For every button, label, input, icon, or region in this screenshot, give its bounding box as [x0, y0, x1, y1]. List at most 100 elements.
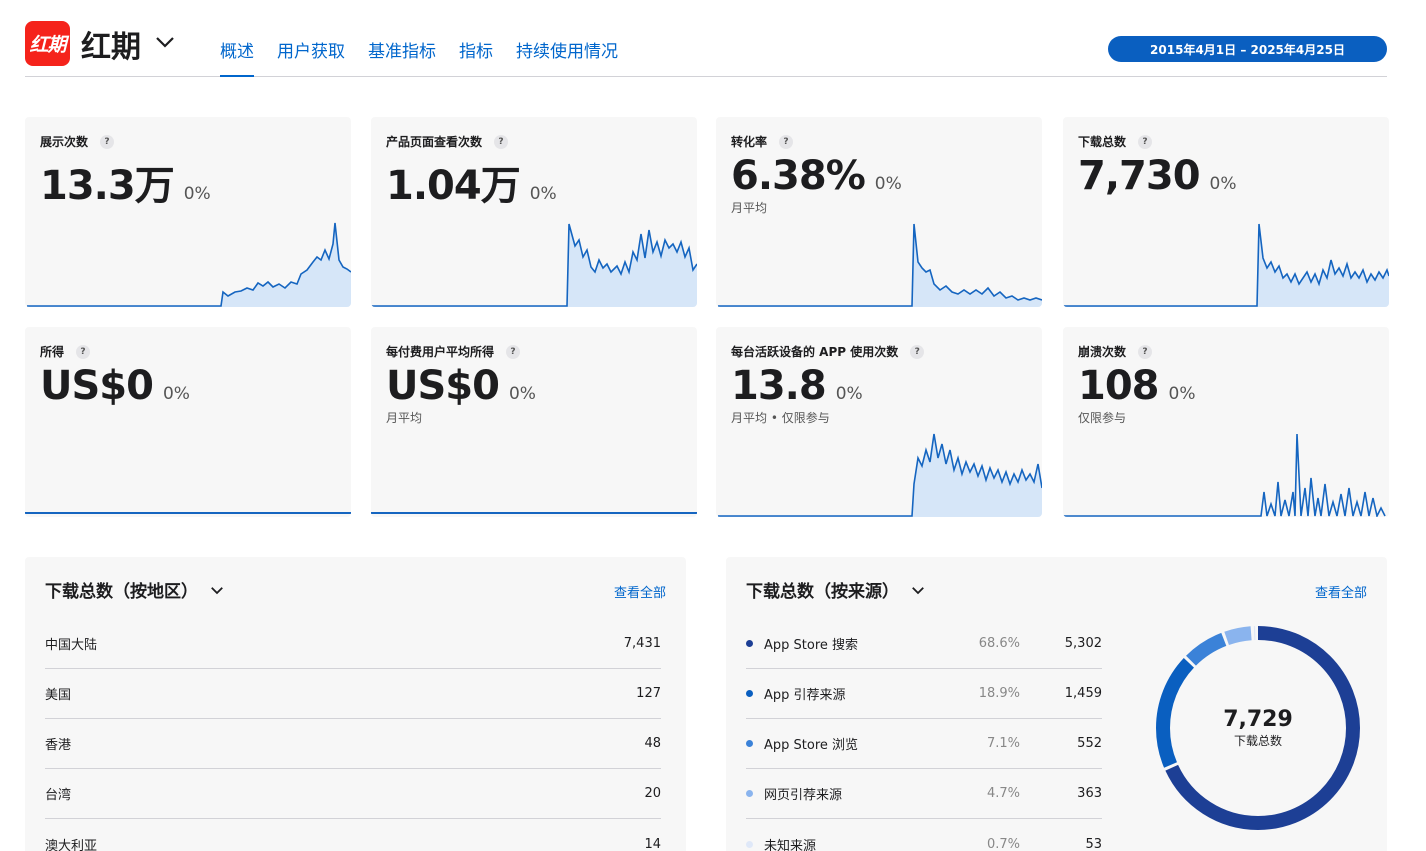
metric-change: 0%: [874, 174, 902, 194]
panel-title[interactable]: 下载总数（按地区）: [45, 577, 226, 602]
metric-label: 转化率?: [731, 133, 794, 150]
legend-dot: [746, 740, 753, 747]
tab-acquisition[interactable]: 用户获取: [277, 37, 345, 77]
source-name: App Store 浏览: [764, 738, 859, 753]
app-icon: 红期: [25, 21, 70, 66]
help-icon[interactable]: ?: [76, 344, 91, 359]
region-name: 澳大利亚: [45, 838, 98, 851]
help-icon[interactable]: ?: [494, 134, 509, 149]
sparkline-chart: [718, 433, 1042, 517]
table-row: 美国 127: [45, 669, 661, 719]
region-value: 7,431: [623, 636, 661, 651]
help-icon[interactable]: ?: [910, 344, 925, 359]
help-icon[interactable]: ?: [779, 134, 794, 149]
tab-bar: 概述 用户获取 基准指标 指标 持续使用情况: [220, 37, 641, 77]
metric-card-page-views[interactable]: 产品页面查看次数? 1.04万 0%: [371, 117, 697, 307]
tab-overview[interactable]: 概述: [220, 37, 254, 77]
region-name: 台湾: [45, 788, 72, 803]
source-share: 4.7%: [986, 786, 1020, 801]
metric-value: 108 0%: [1078, 363, 1196, 409]
donut-center: 7,729 下载总数: [1152, 622, 1364, 834]
tab-benchmarks[interactable]: 基准指标: [368, 37, 436, 77]
top-header: 红期 红期 概述 用户获取 基准指标 指标 持续使用情况 2015年4月1日 –…: [25, 0, 1387, 77]
metric-label: 展示次数?: [40, 133, 115, 150]
donut-total: 7,729: [1223, 707, 1293, 732]
metric-card-proceeds[interactable]: 所得? US$0 0%: [25, 327, 351, 517]
region-value: 14: [644, 836, 661, 851]
region-name: 中国大陆: [45, 638, 98, 653]
donut-label: 下载总数: [1233, 734, 1282, 748]
source-name: App 引荐来源: [764, 688, 846, 703]
source-name: 未知来源: [764, 838, 817, 851]
metric-label: 崩溃次数?: [1078, 343, 1153, 360]
metric-card-impressions[interactable]: 展示次数? 13.3万 0%: [25, 117, 351, 307]
help-icon[interactable]: ?: [506, 344, 521, 359]
metric-label: 产品页面查看次数?: [386, 133, 509, 150]
sparkline-chart: [718, 223, 1042, 307]
help-icon[interactable]: ?: [1138, 344, 1153, 359]
metric-value: 13.3万 0%: [40, 163, 211, 209]
metric-change: 0%: [162, 384, 190, 404]
metric-card-sessions-per-device[interactable]: 每台活跃设备的 APP 使用次数? 13.8 0% 月平均 • 仅限参与: [716, 327, 1042, 517]
metric-label: 下载总数?: [1078, 133, 1153, 150]
table-row: 中国大陆 7,431: [45, 619, 661, 669]
table-row: 澳大利亚 14: [45, 819, 661, 851]
metric-value: 6.38% 0%: [731, 153, 902, 199]
source-share: 18.9%: [978, 686, 1020, 701]
metric-card-crashes[interactable]: 崩溃次数? 108 0% 仅限参与: [1063, 327, 1389, 517]
metric-change: 0%: [529, 184, 557, 204]
sparkline-chart: [1063, 433, 1386, 517]
sparkline-chart: [1063, 223, 1389, 307]
chevron-down-icon[interactable]: [909, 581, 927, 599]
metric-value: US$0 0%: [40, 363, 190, 409]
view-all-link[interactable]: 查看全部: [614, 582, 666, 601]
metric-value: US$0 0%: [386, 363, 536, 409]
metric-change: 0%: [508, 384, 536, 404]
source-value: 1,459: [1064, 686, 1102, 701]
metric-change: 0%: [1209, 174, 1237, 194]
table-row: App Store 浏览 7.1% 552: [746, 719, 1102, 769]
help-icon[interactable]: ?: [1138, 134, 1153, 149]
source-share: 0.7%: [986, 836, 1020, 851]
legend-dot: [746, 640, 753, 647]
source-value: 552: [1077, 736, 1102, 751]
table-row: 网页引荐来源 4.7% 363: [746, 769, 1102, 819]
chevron-down-icon[interactable]: [153, 30, 177, 54]
downloads-by-source-panel: 下载总数（按来源） 查看全部 App Store 搜索 68.6% 5,302 …: [726, 557, 1387, 851]
metric-card-conversion-rate[interactable]: 转化率? 6.38% 0% 月平均: [716, 117, 1042, 307]
legend-dot: [746, 790, 753, 797]
help-icon[interactable]: ?: [100, 134, 115, 149]
source-share: 68.6%: [978, 636, 1020, 651]
tab-metrics[interactable]: 指标: [459, 37, 493, 77]
table-row: 台湾 20: [45, 769, 661, 819]
date-range-picker[interactable]: 2015年4月1日 – 2025年4月25日: [1108, 36, 1387, 62]
metric-value: 1.04万 0%: [386, 163, 557, 209]
metric-label: 所得?: [40, 343, 91, 360]
tab-retention[interactable]: 持续使用情况: [516, 37, 618, 77]
downloads-by-region-panel: 下载总数（按地区） 查看全部 中国大陆 7,431 美国 127 香港 48 台…: [25, 557, 686, 851]
region-name: 香港: [45, 738, 72, 753]
source-value: 53: [1085, 836, 1102, 851]
region-value: 20: [644, 786, 661, 801]
sparkline-chart: [371, 223, 697, 307]
region-value: 48: [644, 736, 661, 751]
metric-change: 0%: [183, 184, 211, 204]
metric-card-arppu[interactable]: 每付费用户平均所得? US$0 0% 月平均: [371, 327, 697, 517]
chevron-down-icon[interactable]: [208, 581, 226, 599]
source-value: 5,302: [1064, 636, 1102, 651]
source-name: App Store 搜索: [764, 638, 859, 653]
source-value: 363: [1077, 786, 1102, 801]
app-name[interactable]: 红期: [81, 22, 141, 66]
region-value: 127: [636, 686, 661, 701]
sparkline-chart: [27, 222, 351, 307]
panel-title[interactable]: 下载总数（按来源）: [746, 577, 927, 602]
metric-label: 每付费用户平均所得?: [386, 343, 521, 360]
metric-value: 13.8 0%: [731, 363, 863, 409]
sparkline-chart: [371, 512, 697, 514]
table-row: App Store 搜索 68.6% 5,302: [746, 619, 1102, 669]
metric-card-total-downloads[interactable]: 下载总数? 7,730 0%: [1063, 117, 1389, 307]
table-row: App 引荐来源 18.9% 1,459: [746, 669, 1102, 719]
view-all-link[interactable]: 查看全部: [1315, 582, 1367, 601]
table-row: 未知来源 0.7% 53: [746, 819, 1102, 851]
sparkline-chart: [25, 512, 351, 514]
